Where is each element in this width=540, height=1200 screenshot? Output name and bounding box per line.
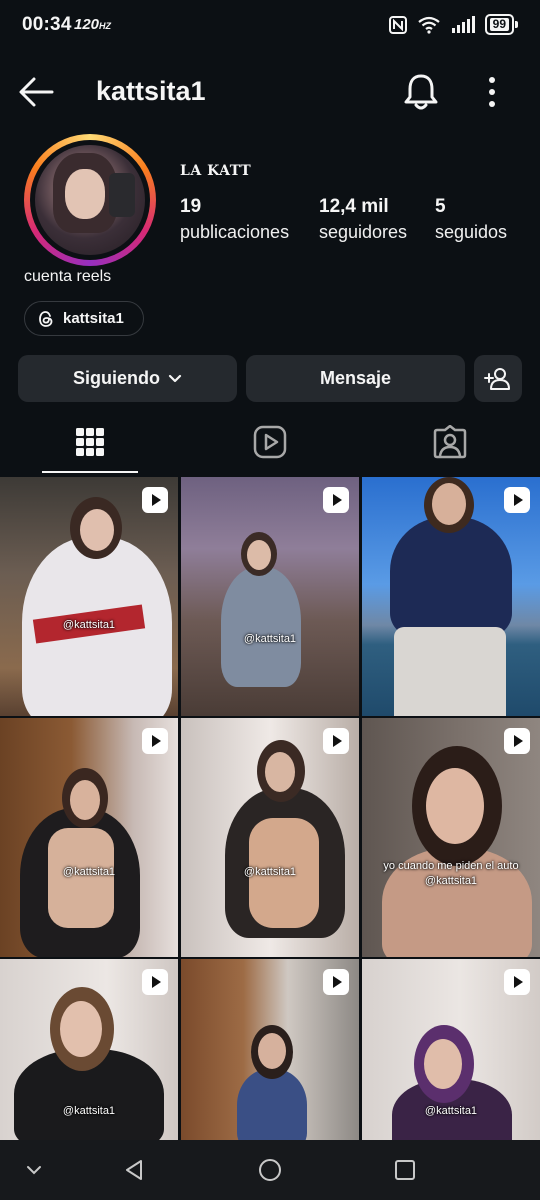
reel-badge-icon: [323, 487, 349, 513]
reel-badge-icon: [504, 487, 530, 513]
post-thumbnail[interactable]: @kattsita1: [362, 959, 540, 1140]
bio-text: cuenta reels: [24, 268, 112, 285]
post-thumbnail[interactable]: @kattsita1: [181, 718, 359, 957]
post-caption: @kattsita1: [62, 866, 116, 878]
reel-badge-icon: [323, 728, 349, 754]
battery-icon: 99: [484, 14, 518, 35]
hide-navbar-button[interactable]: [14, 1154, 54, 1186]
stat-posts[interactable]: 19 publicaciones: [180, 196, 289, 243]
profile-tabs: [0, 410, 540, 474]
post-caption: @kattsita1: [424, 1105, 478, 1117]
post-thumbnail[interactable]: @kattsita1: [181, 477, 359, 716]
system-navbar: [0, 1140, 540, 1200]
message-button[interactable]: Mensaje: [246, 355, 465, 402]
reel-badge-icon: [142, 969, 168, 995]
stat-followers-label: seguidores: [319, 222, 408, 242]
post-thumbnail[interactable]: @kattsita1: [0, 718, 178, 957]
bell-icon: [404, 74, 438, 110]
nav-back-button[interactable]: [114, 1154, 154, 1186]
notifications-button[interactable]: [402, 72, 440, 112]
following-button[interactable]: Siguiendo: [18, 355, 237, 402]
reel-badge-icon: [323, 969, 349, 995]
chevron-down-icon: [168, 374, 182, 382]
more-vertical-icon: [489, 77, 495, 107]
profile-header: kattsita1: [0, 62, 540, 122]
post-caption: yo cuando me piden el auto: [383, 860, 519, 872]
nav-home-button[interactable]: [250, 1154, 290, 1186]
status-bar: 00:34 120HZ 99: [0, 0, 540, 52]
stat-following[interactable]: 5 seguidos: [435, 196, 507, 243]
tab-tagged[interactable]: [402, 410, 498, 474]
stat-following-value: 5: [435, 196, 446, 217]
reel-badge-icon: [142, 728, 168, 754]
reels-icon: [253, 425, 287, 459]
back-button[interactable]: [16, 74, 56, 110]
following-label: Siguiendo: [73, 368, 160, 388]
threads-handle: kattsita1: [63, 310, 124, 327]
post-caption: @kattsita1: [243, 633, 297, 645]
reel-badge-icon: [142, 487, 168, 513]
post-caption: @kattsita1: [243, 866, 297, 878]
post-thumbnail[interactable]: @kattsita1: [0, 959, 178, 1140]
story-ring[interactable]: [24, 134, 156, 266]
tagged-icon: [433, 425, 467, 459]
active-tab-indicator: [42, 471, 138, 473]
post-caption-handle: @kattsita1: [424, 875, 478, 887]
battery-level: 99: [489, 18, 509, 31]
refresh-rate: 120HZ: [74, 16, 112, 33]
reel-badge-icon: [504, 728, 530, 754]
threads-icon: [39, 310, 53, 327]
post-thumbnail[interactable]: [362, 477, 540, 716]
stat-followers[interactable]: 12,4 mil seguidores: [319, 196, 407, 243]
wifi-icon: [417, 16, 440, 34]
threads-link[interactable]: kattsita1: [24, 301, 144, 336]
post-caption: @kattsita1: [62, 1105, 116, 1117]
stat-following-label: seguidos: [435, 222, 508, 242]
stat-followers-value: 12,4 mil: [319, 196, 389, 217]
suggest-people-button[interactable]: [474, 355, 522, 402]
post-thumbnail[interactable]: @kattsita1: [0, 477, 178, 716]
stat-posts-label: publicaciones: [180, 222, 290, 242]
reel-badge-icon: [504, 969, 530, 995]
stat-posts-value: 19: [180, 196, 202, 217]
avatar: [35, 145, 145, 255]
post-caption: @kattsita1: [62, 619, 116, 631]
tab-reels[interactable]: [222, 410, 318, 474]
add-person-icon: [484, 367, 510, 390]
post-thumbnail[interactable]: [181, 959, 359, 1140]
recents-square-icon: [395, 1160, 415, 1180]
tab-posts[interactable]: [42, 410, 138, 474]
nfc-icon: [388, 15, 407, 34]
signal-icon: [451, 15, 475, 33]
grid-icon: [76, 428, 104, 456]
header-username: kattsita1: [96, 76, 206, 106]
back-arrow-icon: [19, 77, 54, 107]
home-circle-icon: [259, 1159, 281, 1181]
display-name: LA KATT: [180, 163, 252, 179]
more-options-button[interactable]: [478, 74, 506, 110]
back-triangle-icon: [126, 1160, 142, 1180]
nav-recents-button[interactable]: [385, 1154, 425, 1186]
post-thumbnail[interactable]: yo cuando me piden el auto @kattsita1: [362, 718, 540, 957]
status-time: 00:34: [22, 14, 72, 35]
message-label: Mensaje: [319, 368, 392, 388]
chevron-down-nav-icon: [27, 1166, 41, 1175]
